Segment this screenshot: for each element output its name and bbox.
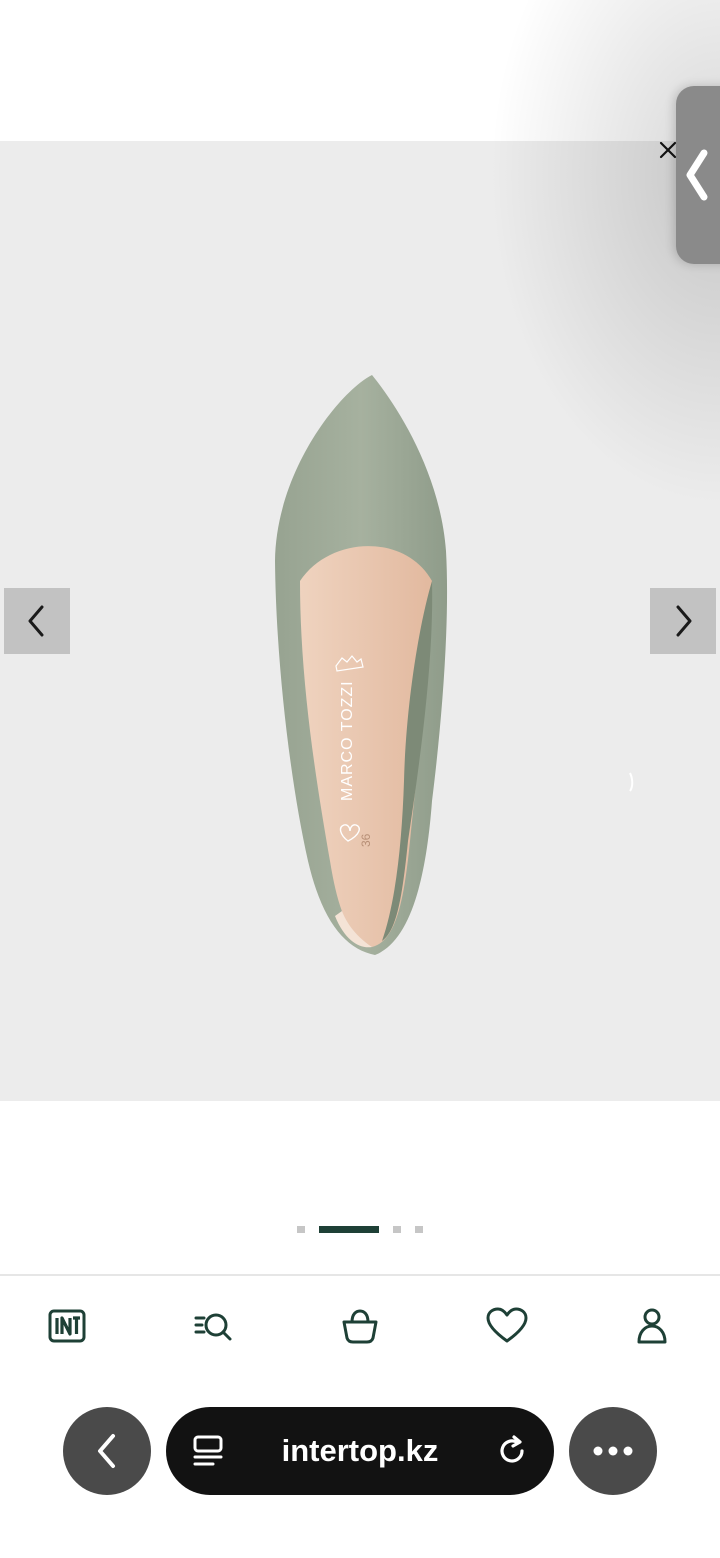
nav-catalog-search[interactable] [184,1296,244,1356]
search-catalog-icon [194,1313,232,1341]
gallery-pagination [0,1224,720,1234]
heart-icon [486,1307,528,1343]
product-gallery[interactable]: MARCO TOZZI 36 [0,141,720,1101]
gallery-prev-button[interactable] [4,588,70,654]
browser-more-button[interactable] [569,1407,657,1495]
nav-basket[interactable] [330,1296,390,1356]
browser-toolbar: intertop.kz [0,1398,720,1502]
gallery-next-button[interactable] [650,588,716,654]
side-panel-toggle[interactable] [676,86,720,264]
nav-divider [0,1274,720,1276]
nav-profile[interactable] [622,1296,682,1356]
pagination-dot[interactable] [297,1226,305,1233]
product-image: MARCO TOZZI 36 [275,375,634,955]
pagination-dot-active[interactable] [319,1226,379,1233]
tabs-list-icon [193,1435,223,1466]
chevron-right-icon [676,605,692,637]
nav-favorites[interactable] [477,1296,537,1356]
int-logo-icon [48,1309,86,1343]
profile-icon [637,1308,667,1344]
chevron-left-icon [98,1434,115,1468]
chevron-left-icon [686,149,708,201]
bottom-navigation [0,1296,720,1360]
pagination-dot[interactable] [393,1226,401,1233]
reload-icon[interactable] [492,1431,532,1471]
url-text: intertop.kz [281,1433,439,1468]
address-bar[interactable]: intertop.kz [166,1407,554,1495]
nav-home[interactable] [37,1296,97,1356]
chevron-left-icon [28,605,44,637]
close-button[interactable] [654,136,682,164]
browser-back-button[interactable] [63,1407,151,1495]
size-imprint: 36 [359,833,373,847]
close-icon [659,141,677,159]
pagination-dot[interactable] [415,1226,423,1233]
basket-icon [342,1309,378,1344]
brand-imprint: MARCO TOZZI [339,680,356,801]
more-dots-icon [593,1446,633,1456]
